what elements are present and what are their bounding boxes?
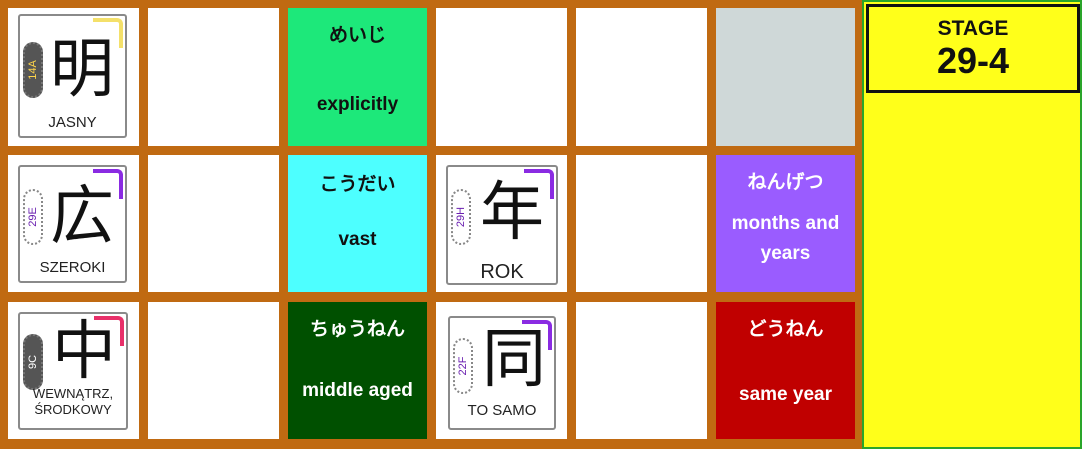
board-slot[interactable]	[576, 302, 707, 439]
kanji-meaning: SZEROKI	[39, 259, 106, 276]
kanji-card[interactable]: 29H 年 ROK	[446, 165, 558, 285]
vocab-reading: めいじ	[328, 24, 386, 46]
card-code-badge: 14A	[23, 42, 43, 98]
board-slot[interactable]	[576, 8, 707, 146]
stage-indicator: STAGE 29-4	[866, 4, 1080, 93]
board-slot[interactable]: 14A 明 JASNY	[8, 8, 139, 146]
vocab-meaning: explicitly	[316, 94, 399, 115]
vocab-reading: ちゅうねん	[309, 318, 405, 340]
kanji-character: 広	[50, 180, 114, 254]
board-slot[interactable]: 29E 広 SZEROKI	[8, 155, 139, 292]
vocab-reading: ねんげつ	[747, 171, 824, 193]
board-slot[interactable]: 29H 年 ROK	[436, 155, 567, 292]
card-code: 29E	[27, 207, 39, 227]
vocab-meaning: same year	[739, 384, 832, 405]
stage-number: 29-4	[936, 40, 1010, 81]
card-code: 22F	[457, 356, 469, 376]
kanji-character: 同	[482, 323, 546, 397]
vocab-meaning: months and years	[731, 213, 840, 264]
stage-label: STAGE	[937, 17, 1009, 40]
card-code-badge: 9C	[23, 334, 43, 390]
vocab-tile[interactable]: こうだい vast	[288, 155, 427, 292]
vocab-tile[interactable]: どうねん same year	[716, 302, 855, 439]
kanji-meaning: WEWNĄTRZ, ŚRODKOWY	[32, 386, 114, 417]
vocab-tile[interactable]: めいじ explicitly	[288, 8, 427, 146]
vocab-tile[interactable]: ちゅうねん middle aged	[288, 302, 427, 439]
board-slot[interactable]	[148, 302, 279, 439]
kanji-character: 明	[50, 33, 114, 107]
kanji-character: 年	[480, 176, 544, 250]
card-code-badge: 29H	[451, 189, 471, 245]
board-slot[interactable]: 22F 同 TO SAMO	[436, 302, 567, 439]
board-slot[interactable]	[148, 155, 279, 292]
vocab-meaning: vast	[338, 229, 377, 250]
board-slot[interactable]	[148, 8, 279, 146]
kanji-meaning: TO SAMO	[467, 402, 537, 419]
kanji-card[interactable]: 14A 明 JASNY	[18, 14, 127, 138]
card-code: 9C	[27, 354, 39, 370]
board-slot[interactable]: 9C 中 WEWNĄTRZ, ŚRODKOWY	[8, 302, 139, 439]
board-slot[interactable]	[576, 155, 707, 292]
card-code: 14A	[27, 60, 39, 80]
kanji-card[interactable]: 9C 中 WEWNĄTRZ, ŚRODKOWY	[18, 312, 128, 430]
card-code-badge: 29E	[23, 189, 43, 245]
stage-panel: STAGE 29-4	[862, 0, 1082, 449]
vocab-meaning: middle aged	[302, 380, 413, 401]
kanji-meaning: JASNY	[48, 114, 97, 131]
vocab-tile[interactable]: ねんげつ months and years	[716, 155, 855, 292]
vocab-reading: こうだい	[319, 173, 396, 195]
board-slot[interactable]	[716, 8, 855, 146]
vocab-reading: どうねん	[747, 318, 824, 340]
kanji-card[interactable]: 29E 広 SZEROKI	[18, 165, 127, 283]
kanji-card[interactable]: 22F 同 TO SAMO	[448, 316, 556, 430]
kanji-meaning: ROK	[480, 261, 524, 283]
board-slot[interactable]	[436, 8, 567, 146]
game-board: 14A 明 JASNY めいじ explicitly 29E 広 SZEROKI…	[0, 0, 862, 449]
card-code-badge: 22F	[453, 338, 473, 394]
kanji-character: 中	[52, 315, 116, 389]
card-code: 29H	[455, 206, 467, 228]
